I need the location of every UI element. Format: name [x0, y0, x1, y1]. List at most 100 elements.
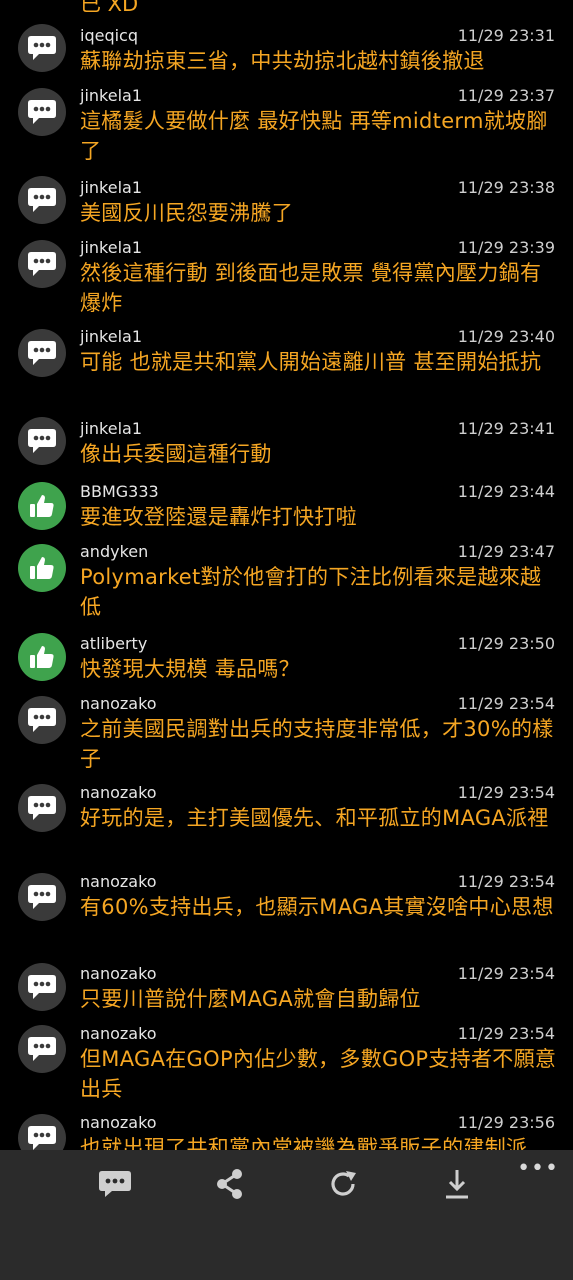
comment-timestamp: 11/29 23:38	[457, 178, 555, 197]
comment-row[interactable]: iqeqicq 11/29 23:31 蘇聯劫掠東三省，中共劫掠北越村鎮後撤退	[0, 24, 573, 86]
comment-badge	[18, 88, 66, 136]
comment-text: 然後這種行動 到後面也是敗票 覺得黨內壓力鍋有爆炸	[80, 261, 542, 315]
comment-timestamp: 11/29 23:50	[457, 634, 555, 653]
comment-badge	[18, 329, 66, 377]
comment-username[interactable]: BBMG333	[80, 482, 159, 502]
chat-bubble-icon	[28, 36, 56, 60]
comment-timestamp: 11/29 23:54	[457, 1024, 555, 1043]
comment-text: 可能 也就是共和黨人開始遠離川普 甚至開始抵抗	[80, 350, 542, 374]
comment-badge	[18, 176, 66, 224]
comment-feed[interactable]: 已 XD iqeqicq 11/29 23:31 蘇聯劫掠東三省，中共劫掠北越村鎮後…	[0, 0, 573, 1150]
comment-timestamp: 11/29 23:39	[457, 238, 555, 257]
comment-row[interactable]: nanozako 11/29 23:54 好玩的是，主打美國優先、和平孤立的MAGA…	[0, 783, 573, 843]
comment-row[interactable]: andyken 11/29 23:47 Polymarket對於他會打的下注比例看來…	[0, 542, 573, 619]
comment-timestamp: 11/29 23:37	[457, 86, 555, 105]
thumbs-up-icon	[30, 495, 54, 517]
thumbs-up-icon	[30, 557, 54, 579]
comment-username[interactable]: nanozako	[80, 1024, 157, 1044]
chat-bubble-icon	[28, 1037, 56, 1061]
comment-text: 有60%支持出兵，也顯示MAGA其實沒啥中心思想	[80, 895, 554, 919]
comment-timestamp: 11/29 23:44	[457, 482, 555, 501]
comment-row[interactable]: jinkela1 11/29 23:37 這橘髮人要做什麼 最好快點 再等midte…	[0, 86, 573, 163]
comment-text: Polymarket對於他會打的下注比例看來是越來越低	[80, 565, 542, 619]
comment-username[interactable]: jinkela1	[80, 327, 142, 347]
comment-row[interactable]: nanozako 11/29 23:54 有60%支持出兵，也顯示MAGA其實沒啥中…	[0, 872, 573, 932]
chat-bubble-icon	[28, 1126, 56, 1150]
comment-username[interactable]: nanozako	[80, 964, 157, 984]
comment-username[interactable]: nanozako	[80, 783, 157, 803]
comment-username[interactable]: nanozako	[80, 1113, 157, 1133]
chat-bubble-icon	[28, 429, 56, 453]
comment-username[interactable]: jinkela1	[80, 178, 142, 198]
chat-bubble-icon	[28, 885, 56, 909]
comment-text: 蘇聯劫掠東三省，中共劫掠北越村鎮後撤退	[80, 49, 485, 73]
comment-username[interactable]: atliberty	[80, 634, 147, 654]
comment-badge	[18, 696, 66, 744]
download-icon	[446, 1170, 468, 1199]
chat-bubble-icon	[28, 100, 56, 124]
comment-username[interactable]: nanozako	[80, 872, 157, 892]
thumbs-up-icon	[30, 646, 54, 668]
chat-bubble-icon	[28, 796, 56, 820]
comment-text: 像出兵委國這種行動	[80, 442, 272, 466]
comment-row[interactable]: jinkela1 11/29 23:38 美國反川民怨要沸騰了	[0, 176, 573, 238]
comment-username[interactable]: nanozako	[80, 694, 157, 714]
share-button[interactable]	[205, 1164, 255, 1204]
comment-row[interactable]: nanozako 11/29 23:54 但MAGA在GOP內佔少數，多數GOP支持…	[0, 1024, 573, 1101]
chat-bubble-icon	[28, 975, 56, 999]
comment-row[interactable]: jinkela1 11/29 23:40 可能 也就是共和黨人開始遠離川普 甚至開始…	[0, 327, 573, 387]
comment-badge	[18, 963, 66, 1011]
comment-timestamp: 11/29 23:31	[457, 26, 555, 45]
upvote-badge	[18, 633, 66, 681]
comment-username[interactable]: jinkela1	[80, 238, 142, 258]
comment-text: 這橘髮人要做什麼 最好快點 再等midterm就坡腳了	[80, 109, 548, 163]
bottom-toolbar: •••	[0, 1150, 573, 1280]
comment-username[interactable]: jinkela1	[80, 419, 142, 439]
comment-text: 美國反川民怨要沸騰了	[80, 201, 293, 225]
cut-off-comment-text: 已 XD	[80, 0, 139, 16]
reply-button[interactable]	[90, 1164, 140, 1204]
download-button[interactable]	[432, 1164, 482, 1204]
comment-badge	[18, 1114, 66, 1150]
comment-text: 但MAGA在GOP內佔少數，多數GOP支持者不願意出兵	[80, 1047, 557, 1101]
comment-row[interactable]: jinkela1 11/29 23:41 像出兵委國這種行動	[0, 417, 573, 479]
comment-badge	[18, 873, 66, 921]
comment-timestamp: 11/29 23:41	[457, 419, 555, 438]
comment-row[interactable]: atliberty 11/29 23:50 快發現大規模 毒品嗎？	[0, 633, 573, 694]
comment-badge	[18, 240, 66, 288]
comment-username[interactable]: iqeqicq	[80, 26, 138, 46]
comment-timestamp: 11/29 23:40	[457, 327, 555, 346]
chat-bubble-icon	[28, 252, 56, 276]
comment-timestamp: 11/29 23:47	[457, 542, 555, 561]
comment-text: 快發現大規模 毒品嗎？	[80, 657, 300, 681]
comment-badge	[18, 24, 66, 72]
comment-badge	[18, 417, 66, 465]
chat-bubble-icon	[28, 341, 56, 365]
upvote-badge	[18, 482, 66, 530]
comment-row[interactable]: jinkela1 11/29 23:39 然後這種行動 到後面也是敗票 覺得黨內壓力…	[0, 238, 573, 315]
comment-badge	[18, 784, 66, 832]
comment-row[interactable]: nanozako 11/29 23:54 只要川普說什麼MAGA就會自動歸位	[0, 963, 573, 1024]
comment-username[interactable]: jinkela1	[80, 86, 142, 106]
comment-timestamp: 11/29 23:54	[457, 783, 555, 802]
comment-badge	[18, 1025, 66, 1073]
comment-text: 也就出現了共和黨內常被譏為戰爭販子的建制派	[80, 1136, 528, 1150]
refresh-button[interactable]	[318, 1164, 368, 1204]
comment-row[interactable]: BBMG333 11/29 23:44 要進攻登陸還是轟炸打快打啦	[0, 482, 573, 542]
comment-text: 好玩的是，主打美國優先、和平孤立的MAGA派裡	[80, 806, 549, 830]
comment-timestamp: 11/29 23:54	[457, 694, 555, 713]
comment-text: 只要川普說什麼MAGA就會自動歸位	[80, 987, 421, 1011]
comment-timestamp: 11/29 23:54	[457, 964, 555, 983]
share-icon	[217, 1169, 242, 1199]
comment-username[interactable]: andyken	[80, 542, 148, 562]
chat-bubble-icon	[28, 188, 56, 212]
upvote-badge	[18, 544, 66, 592]
comment-timestamp: 11/29 23:54	[457, 872, 555, 891]
comment-text: 之前美國民調對出兵的支持度非常低，才30%的樣子	[80, 717, 554, 771]
comment-row[interactable]: nanozako 11/29 23:56 也就出現了共和黨內常被譏為戰爭販子的建制派	[0, 1113, 573, 1150]
chat-icon	[99, 1171, 131, 1197]
comment-text: 要進攻登陸還是轟炸打快打啦	[80, 505, 357, 529]
comment-timestamp: 11/29 23:56	[457, 1113, 555, 1132]
comment-row[interactable]: nanozako 11/29 23:54 之前美國民調對出兵的支持度非常低，才30%…	[0, 694, 573, 771]
more-icon[interactable]: •••	[517, 1156, 559, 1181]
